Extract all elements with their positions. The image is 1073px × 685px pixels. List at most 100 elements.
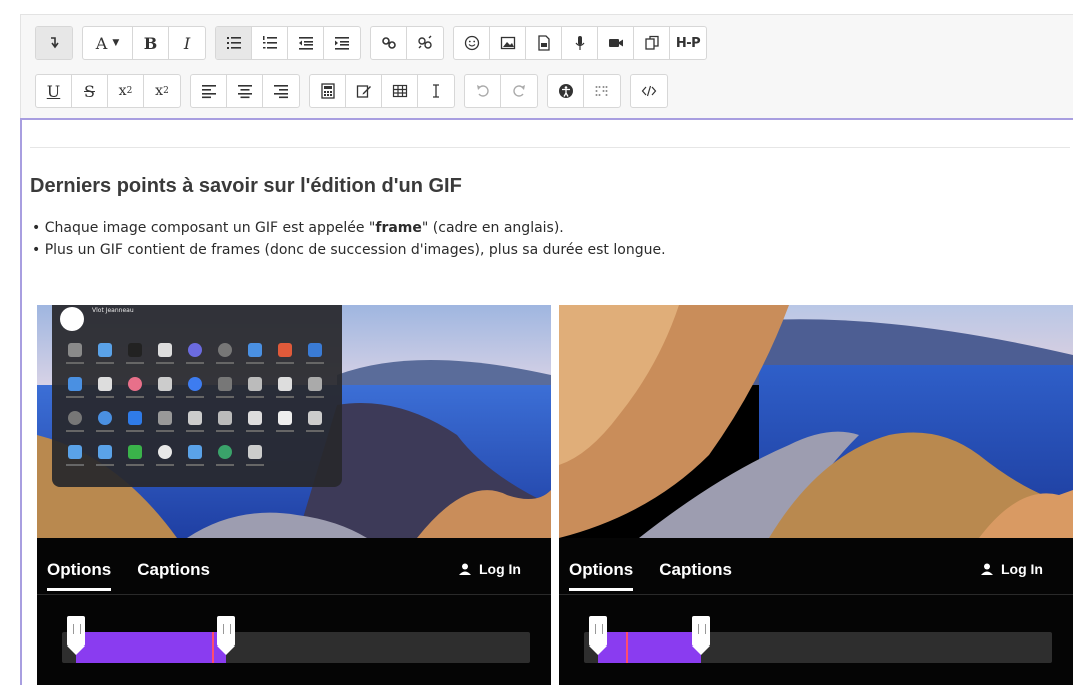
accessibility-checker-button[interactable] xyxy=(548,75,584,107)
tab-options[interactable]: Options xyxy=(47,560,112,591)
app-icon[interactable] xyxy=(60,445,90,479)
unlink-button[interactable] xyxy=(407,27,443,59)
login-link[interactable]: Log In xyxy=(459,561,521,577)
tab-captions[interactable]: Captions xyxy=(659,560,732,591)
bullet-list-button[interactable] xyxy=(216,27,252,59)
accessibility-icon xyxy=(558,84,573,98)
text-cursor-icon xyxy=(433,84,439,98)
app-icon[interactable] xyxy=(120,343,150,377)
app-icon[interactable] xyxy=(180,343,210,377)
align-left-icon xyxy=(201,85,216,99)
app-icon[interactable] xyxy=(60,377,90,411)
app-icon[interactable] xyxy=(120,377,150,411)
app-icon[interactable] xyxy=(150,377,180,411)
app-icon[interactable] xyxy=(300,343,330,377)
app-icon[interactable] xyxy=(180,445,210,479)
app-icon[interactable] xyxy=(90,411,120,445)
font-style-button[interactable]: A ▼ xyxy=(83,27,133,59)
timeline-playhead[interactable] xyxy=(211,632,214,663)
editor-toolbar: A ▼ B I H-P U S x 2 x 2 xyxy=(20,14,1073,119)
trim-end-handle[interactable] xyxy=(692,616,710,655)
timeline-track[interactable] xyxy=(584,616,1052,663)
toolbar-group-insert xyxy=(309,74,455,108)
app-icon[interactable] xyxy=(150,445,180,479)
app-icon[interactable] xyxy=(150,343,180,377)
link-button[interactable] xyxy=(371,27,407,59)
trim-start-handle[interactable] xyxy=(67,616,86,655)
timeline-selection xyxy=(598,632,701,663)
microphone-icon xyxy=(575,36,584,50)
insert-media-button[interactable] xyxy=(526,27,562,59)
clear-formatting-button[interactable] xyxy=(418,75,454,107)
timeline-track[interactable] xyxy=(62,616,530,663)
app-icon[interactable] xyxy=(270,411,300,445)
trim-end-handle[interactable] xyxy=(216,616,235,655)
app-icon[interactable] xyxy=(210,411,240,445)
app-icon[interactable] xyxy=(90,377,120,411)
app-icon[interactable] xyxy=(210,343,240,377)
frame-scene-image xyxy=(559,305,1073,538)
app-icon[interactable] xyxy=(120,411,150,445)
tab-captions[interactable]: Captions xyxy=(137,560,210,591)
undo-icon xyxy=(476,85,489,97)
subscript-button[interactable]: x2 xyxy=(108,75,144,107)
trim-start-handle[interactable] xyxy=(589,616,608,655)
app-icon[interactable] xyxy=(60,343,90,377)
emoji-button[interactable] xyxy=(454,27,490,59)
h5p-button[interactable]: H-P xyxy=(670,27,706,59)
redo-button[interactable] xyxy=(501,75,537,107)
numbered-list-button[interactable] xyxy=(252,27,288,59)
italic-button[interactable]: I xyxy=(169,27,205,59)
editor-tabs: Options Captions xyxy=(47,560,210,591)
screenreader-helper-button[interactable] xyxy=(584,75,620,107)
login-link[interactable]: Log In xyxy=(981,561,1043,577)
app-icon[interactable] xyxy=(240,445,270,479)
underline-button[interactable]: U xyxy=(36,75,72,107)
editor-content-area[interactable]: Derniers points à savoir sur l'édition d… xyxy=(20,118,1073,685)
align-left-button[interactable] xyxy=(191,75,227,107)
app-icon[interactable] xyxy=(180,377,210,411)
manage-files-button[interactable] xyxy=(634,27,670,59)
app-icon[interactable] xyxy=(240,377,270,411)
app-icon[interactable] xyxy=(90,445,120,479)
app-icon[interactable] xyxy=(210,377,240,411)
html-source-button[interactable] xyxy=(631,75,667,107)
app-icon[interactable] xyxy=(240,343,270,377)
app-icon[interactable] xyxy=(90,343,120,377)
redo-icon xyxy=(513,85,525,97)
app-icon[interactable] xyxy=(60,411,90,445)
app-icon[interactable] xyxy=(180,411,210,445)
insert-image-button[interactable] xyxy=(490,27,526,59)
indent-button[interactable] xyxy=(324,27,360,59)
app-icon[interactable] xyxy=(150,411,180,445)
strikethrough-button[interactable]: S xyxy=(72,75,108,107)
equation-editor-button[interactable] xyxy=(310,75,346,107)
app-icon[interactable] xyxy=(240,411,270,445)
toolbar-group-source xyxy=(630,74,668,108)
table-button[interactable] xyxy=(382,75,418,107)
tab-options[interactable]: Options xyxy=(569,560,634,591)
toolbar-row-2: U S x2 x2 xyxy=(35,74,668,108)
bold-button[interactable]: B xyxy=(133,27,169,59)
app-icon[interactable] xyxy=(210,445,240,479)
list-item: Chaque image composant un GIF est appelé… xyxy=(32,220,666,236)
gif-editor-controls: Options Captions Log In xyxy=(559,538,1073,685)
record-video-button[interactable] xyxy=(598,27,634,59)
toolbar-group-media: H-P xyxy=(453,26,707,60)
superscript-button[interactable]: x2 xyxy=(144,75,180,107)
toolbar-group-toggle xyxy=(35,26,73,60)
align-right-button[interactable] xyxy=(263,75,299,107)
gif-frame-2: Options Captions Log In xyxy=(559,305,1073,685)
undo-button[interactable] xyxy=(465,75,501,107)
app-icon[interactable] xyxy=(270,377,300,411)
record-audio-button[interactable] xyxy=(562,27,598,59)
timeline-playhead[interactable] xyxy=(626,632,629,663)
outdent-button[interactable] xyxy=(288,27,324,59)
toolbar-toggle-button[interactable] xyxy=(36,27,72,59)
app-icon[interactable] xyxy=(270,343,300,377)
app-icon[interactable] xyxy=(300,411,330,445)
app-icon[interactable] xyxy=(120,445,150,479)
special-character-button[interactable] xyxy=(346,75,382,107)
align-center-button[interactable] xyxy=(227,75,263,107)
app-icon[interactable] xyxy=(300,377,330,411)
